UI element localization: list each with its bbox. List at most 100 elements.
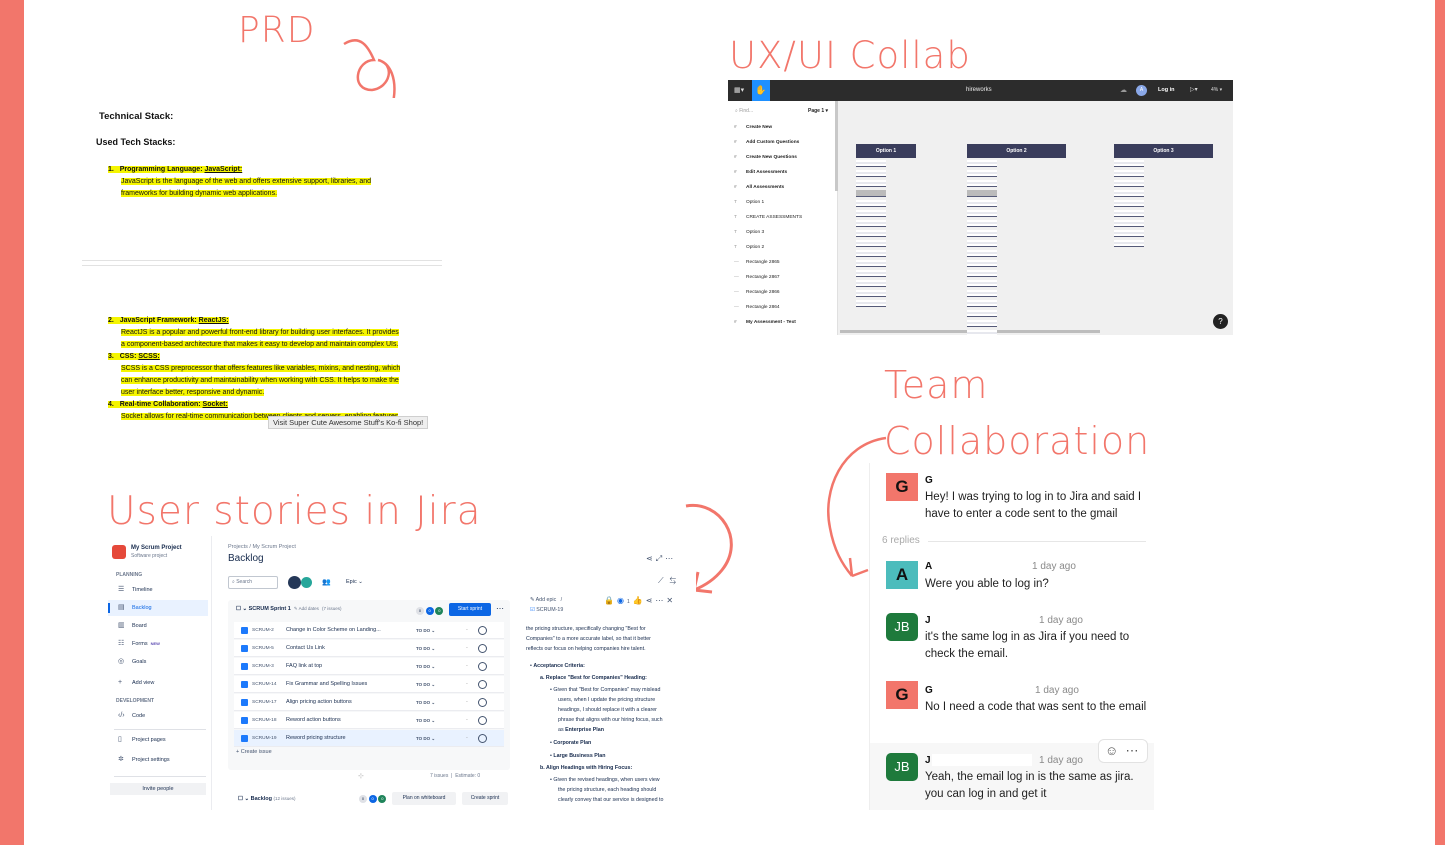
status-dropdown[interactable]: TO DO ⌄ bbox=[416, 640, 435, 657]
layer-item[interactable]: # Edit Assessments bbox=[734, 170, 787, 175]
drag-handle-icon[interactable]: ⊹ bbox=[358, 772, 364, 780]
detail-actions[interactable]: 🔒◉1👍⋖⋯✕ bbox=[604, 596, 676, 608]
assignee-icon[interactable] bbox=[478, 680, 487, 689]
frame-option-3[interactable]: Option 3 bbox=[1114, 144, 1213, 158]
nav-code[interactable]: ‹/› Code bbox=[108, 708, 208, 724]
avatar[interactable]: G bbox=[886, 681, 918, 709]
issue-key[interactable]: SCRUM-14 bbox=[252, 676, 277, 693]
nav-project-pages[interactable]: ▯ Project pages bbox=[108, 732, 208, 748]
issue-summary[interactable]: Contact Us Link bbox=[286, 640, 325, 657]
sender-name[interactable]: G bbox=[925, 685, 933, 696]
more-icon[interactable]: ⋯ bbox=[655, 596, 666, 605]
frame-option-1[interactable]: Option 1 bbox=[856, 144, 916, 158]
breadcrumb[interactable]: Projects / My Scrum Project bbox=[228, 544, 296, 550]
figma-zoom[interactable]: 4% ▾ bbox=[1211, 87, 1222, 93]
sender-name[interactable]: G bbox=[925, 475, 933, 486]
sender-name[interactable]: J bbox=[925, 615, 931, 626]
layer-item[interactable]: # Create New Questions bbox=[734, 155, 797, 160]
issue-summary[interactable]: Fix Grammar and Spelling Issues bbox=[286, 676, 367, 693]
backlog-header[interactable]: ☐ ⌄ Backlog (12 issues) bbox=[238, 796, 296, 802]
figma-avatar[interactable]: A bbox=[1136, 85, 1147, 96]
prd-item-2-link[interactable]: ReactJS: bbox=[199, 317, 229, 324]
prd-item-4-link[interactable]: Socket: bbox=[203, 401, 228, 408]
layer-item[interactable]: T CREATE ASSESSMENTS bbox=[734, 215, 802, 220]
avatar[interactable]: JB bbox=[886, 613, 918, 641]
epic-filter[interactable]: Epic ⌄ bbox=[346, 579, 363, 585]
present-icon[interactable]: ▷▾ bbox=[1190, 86, 1198, 93]
table-row[interactable]: SCRUM-19 Reword pricing structure TO DO ⌄ - bbox=[234, 730, 504, 747]
estimate-placeholder[interactable]: - bbox=[466, 658, 468, 675]
issue-key[interactable]: ☑ SCRUM-19 bbox=[530, 606, 563, 616]
invite-people-button[interactable]: Invite people bbox=[110, 783, 206, 795]
share-icon[interactable]: ⋖ bbox=[646, 596, 656, 605]
issue-key[interactable]: SCRUM-17 bbox=[252, 694, 277, 711]
lock-icon[interactable]: 🔒 bbox=[604, 596, 617, 605]
create-sprint-button[interactable]: Create sprint bbox=[462, 792, 508, 805]
issue-summary[interactable]: Reword pricing structure bbox=[286, 730, 346, 747]
hand-tool-icon[interactable]: ✋ bbox=[752, 80, 770, 101]
issue-summary[interactable]: FAQ link at top bbox=[286, 658, 322, 675]
issue-summary[interactable]: Align pricing action buttons bbox=[286, 694, 352, 711]
figma-menu-icon[interactable]: ▦▾ bbox=[734, 86, 744, 94]
layer-item[interactable]: — Rectangle 2866 bbox=[734, 290, 780, 295]
page-selector[interactable]: Page 1 ▾ bbox=[808, 108, 828, 114]
insights-icon[interactable]: ⟋ bbox=[658, 576, 670, 585]
estimate-placeholder[interactable]: - bbox=[466, 676, 468, 693]
issue-key[interactable]: SCRUM-5 bbox=[252, 640, 274, 657]
message-toolbar[interactable]: ☺ ⋯ bbox=[1098, 739, 1148, 763]
search-input[interactable]: ⌕ Search bbox=[228, 576, 278, 589]
sender-name[interactable]: J bbox=[925, 755, 931, 766]
nav-add-view[interactable]: + Add view bbox=[108, 675, 208, 691]
issue-key[interactable]: SCRUM-2 bbox=[252, 622, 274, 639]
assignee-icon[interactable] bbox=[478, 626, 487, 635]
status-dropdown[interactable]: TO DO ⌄ bbox=[416, 658, 435, 675]
layer-item[interactable]: T Option 1 bbox=[734, 200, 764, 205]
sender-name[interactable]: A bbox=[925, 561, 932, 572]
frame-2-thumbnails[interactable] bbox=[967, 160, 997, 335]
estimate-placeholder[interactable]: - bbox=[466, 694, 468, 711]
nav-project-settings[interactable]: ✲ Project settings bbox=[108, 752, 208, 768]
watch-icon[interactable]: ◉ bbox=[617, 596, 627, 605]
assignee-icon[interactable] bbox=[478, 662, 487, 671]
more-icon[interactable]: ⋯ bbox=[1126, 743, 1139, 758]
avatar[interactable]: G bbox=[886, 473, 918, 501]
issue-key[interactable]: SCRUM-19 bbox=[252, 730, 277, 747]
layer-item[interactable]: T Option 2 bbox=[734, 245, 764, 250]
project-name[interactable]: My Scrum Project bbox=[131, 545, 182, 551]
estimate-placeholder[interactable]: - bbox=[466, 622, 468, 639]
sprint-header[interactable]: ☐ ⌄ SCRUM Sprint 1 ✎ Add dates (7 issues… bbox=[236, 606, 341, 612]
expand-icon[interactable]: ⤢ bbox=[656, 554, 665, 563]
estimate-placeholder[interactable]: - bbox=[466, 712, 468, 729]
frame-3-thumbnails[interactable] bbox=[1114, 160, 1144, 250]
status-dropdown[interactable]: TO DO ⌄ bbox=[416, 694, 435, 711]
prd-item-1-link[interactable]: JavaScript: bbox=[204, 166, 242, 173]
like-icon[interactable]: 👍 bbox=[633, 596, 646, 605]
nav-board[interactable]: ▥ Board bbox=[108, 618, 208, 634]
table-row[interactable]: SCRUM-3 FAQ link at top TO DO ⌄ - bbox=[234, 658, 504, 675]
issue-summary[interactable]: Change in Color Scheme on Landing... bbox=[286, 622, 381, 639]
share-icon[interactable]: ⋖ bbox=[646, 554, 656, 563]
assignee-icon[interactable] bbox=[478, 716, 487, 725]
help-icon[interactable]: ? bbox=[1213, 314, 1228, 329]
layer-item[interactable]: — Rectangle 2865 bbox=[734, 260, 780, 265]
plan-whiteboard-button[interactable]: Plan on whiteboard bbox=[392, 792, 456, 805]
add-people-icon[interactable]: 👥 bbox=[322, 578, 331, 586]
table-row[interactable]: SCRUM-2 Change in Color Scheme on Landing… bbox=[234, 622, 504, 639]
start-sprint-button[interactable]: Start sprint bbox=[449, 603, 491, 616]
assignee-icon[interactable] bbox=[478, 734, 487, 743]
layer-item[interactable]: # My Assessment - Text bbox=[734, 320, 796, 325]
prd-item-3-link[interactable]: SCSS: bbox=[138, 353, 159, 360]
layer-item[interactable]: T Option 3 bbox=[734, 230, 764, 235]
status-dropdown[interactable]: TO DO ⌄ bbox=[416, 676, 435, 693]
avatar[interactable] bbox=[288, 576, 301, 589]
more-icon[interactable]: ⋯ bbox=[665, 554, 676, 563]
close-icon[interactable]: ✕ bbox=[666, 596, 676, 605]
issue-key[interactable]: SCRUM-18 bbox=[252, 712, 277, 729]
table-row[interactable]: SCRUM-5 Contact Us Link TO DO ⌄ - bbox=[234, 640, 504, 657]
layer-item[interactable]: — Rectangle 2864 bbox=[734, 305, 780, 310]
create-issue-button[interactable]: + Create issue bbox=[236, 749, 272, 755]
figma-login-button[interactable]: Log in bbox=[1158, 87, 1175, 93]
nav-goals[interactable]: ◎ Goals bbox=[108, 654, 208, 670]
view-settings[interactable]: ⟋⇆ bbox=[658, 576, 682, 586]
estimate-placeholder[interactable]: - bbox=[466, 730, 468, 747]
